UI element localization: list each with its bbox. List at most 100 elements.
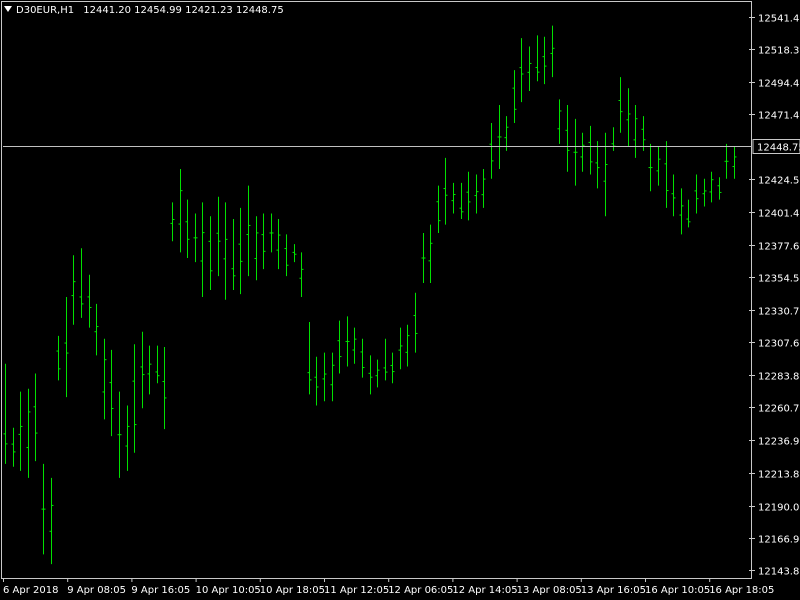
ohlc-bar: [595, 141, 600, 189]
ohlc-bar: [611, 127, 616, 151]
y-tick-label: 12401.40: [758, 209, 800, 220]
ohlc-bar: [375, 359, 380, 388]
ohlc-bar: [41, 463, 46, 555]
ohlc-bar: [443, 157, 448, 225]
ohlc-bar: [641, 116, 646, 151]
y-tick-label: 12377.60: [758, 242, 800, 253]
ohlc-bar: [368, 355, 373, 395]
ohlc-bar: [11, 427, 16, 467]
x-tick-label: 16 Apr 10:05: [645, 585, 710, 596]
ohlc-bar: [200, 202, 205, 297]
ohlc-bar: [603, 132, 608, 217]
ohlc-bar: [147, 345, 152, 395]
y-axis: 12541.40 12518.30 12494.40 12471.40 12424.50…: [749, 14, 800, 578]
ohlc-bar: [383, 338, 388, 381]
ohlc-bar: [626, 88, 631, 147]
ohlc-bar: [436, 185, 441, 233]
ohlc-bar: [231, 219, 236, 290]
ohlc-bar: [284, 234, 289, 277]
ohlc-bar: [33, 373, 38, 462]
ohlc-bar: [656, 146, 661, 186]
ohlc-bar: [497, 104, 502, 169]
ohlc-bar: [679, 188, 684, 235]
ohlc-bar: [573, 118, 578, 186]
ohlc-bar: [64, 296, 69, 398]
x-tick-label: 12 Apr 06:05: [388, 585, 453, 596]
ohlc-bar: [428, 224, 433, 284]
ohlc-bar: [87, 274, 92, 328]
ohlc-bar: [193, 213, 198, 263]
ohlc-bar: [550, 25, 555, 78]
y-tick-label: 12330.70: [758, 307, 800, 318]
ohlc-bar: [504, 116, 509, 151]
ohlc-chart: 12448.75 12541.40 12518.30 12494.40 12471.4…: [3, 14, 800, 596]
y-tick-label: 12283.80: [758, 372, 800, 383]
ohlc-bar: [466, 171, 471, 221]
ohlc-bar: [565, 104, 570, 172]
x-tick-label: 6 Apr 2018: [3, 585, 58, 596]
ohlc-bar: [405, 324, 410, 367]
ohlc-bar: [140, 331, 145, 409]
ohlc-bar: [254, 216, 259, 281]
y-tick-label: 12541.40: [758, 14, 800, 25]
ohlc-bar: [170, 202, 175, 242]
ohlc-bar: [102, 338, 107, 420]
ohlc-bar: [724, 143, 729, 179]
y-tick-label: 12260.70: [758, 404, 800, 415]
ohlc-bar: [648, 143, 653, 192]
ohlc-bar: [618, 77, 623, 133]
ohlc-bar: [71, 255, 76, 325]
x-tick-label: 13 Apr 16:05: [581, 585, 646, 596]
ohlc-bar: [117, 391, 122, 478]
price-line-layer: 12448.75: [3, 139, 800, 154]
ohlc-bar: [216, 196, 221, 277]
ohlc-bar: [702, 178, 707, 207]
ohlc-bar: [588, 125, 593, 175]
ohlc-bar: [246, 185, 251, 277]
y-tick-label: 12190.00: [758, 503, 800, 514]
ohlc-bar: [314, 356, 319, 406]
ohlc-bar: [94, 303, 99, 356]
x-tick-label: 13 Apr 08:05: [517, 585, 582, 596]
ohlc-bar: [3, 363, 8, 464]
y-tick-label: 12424.50: [758, 176, 800, 187]
y-tick-label: 12143.80: [758, 567, 800, 578]
ohlc-bar: [732, 146, 737, 179]
ohlc-bar: [542, 36, 547, 85]
ohlc-bar: [489, 123, 494, 179]
ohlc-bar: [109, 349, 114, 437]
ohlc-bar: [686, 199, 691, 228]
y-tick-label: 12518.30: [758, 46, 800, 57]
ohlc-bar: [49, 477, 54, 565]
x-tick-label: 9 Apr 16:05: [131, 585, 190, 596]
x-tick-label: 12 Apr 14:05: [452, 585, 517, 596]
y-tick-label: 12236.90: [758, 437, 800, 448]
ohlc-bar: [360, 338, 365, 378]
ohlc-bar: [208, 216, 213, 290]
ohlc-bar: [474, 174, 479, 214]
ohlc-bar: [580, 132, 585, 172]
ohlc-bar: [185, 199, 190, 258]
ohlc-bar: [481, 168, 486, 208]
ohlc-bar: [535, 35, 540, 82]
y-tick-label: 12354.50: [758, 274, 800, 285]
x-tick-label: 16 Apr 18:05: [709, 585, 774, 596]
ohlc-bar: [459, 182, 464, 220]
ohlc-bar: [390, 352, 395, 384]
ohlc-bar: [276, 219, 281, 270]
ohlc-bar: [79, 248, 84, 318]
ohlc-bar: [261, 213, 266, 270]
x-tick-label: 10 Apr 18:05: [260, 585, 325, 596]
current-price-label: 12448.75: [757, 143, 800, 154]
y-tick-label: 12166.90: [758, 535, 800, 546]
y-tick-label: 12471.40: [758, 111, 800, 122]
ohlc-bar: [18, 391, 23, 471]
ohlc-bar: [155, 345, 160, 384]
y-tick-label: 12307.60: [758, 339, 800, 350]
ohlc-bar: [451, 182, 456, 214]
ohlc-bar: [322, 352, 327, 402]
ohlc-bar: [26, 388, 31, 478]
chart-window: D30EUR,H1 12441.20 12454.99 12421.23 124…: [0, 0, 800, 600]
y-tick-label: 12494.40: [758, 79, 800, 90]
ohlc-bar: [694, 174, 699, 214]
